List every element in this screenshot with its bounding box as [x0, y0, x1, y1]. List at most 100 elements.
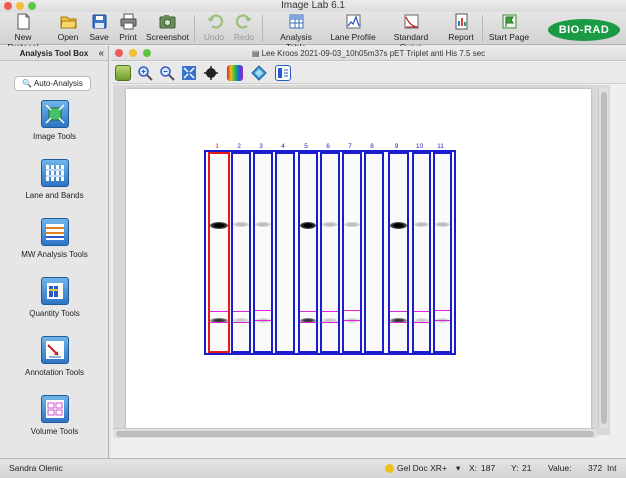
- print-icon: [120, 13, 136, 30]
- redo-button[interactable]: Redo: [232, 13, 256, 44]
- collapse-panel-icon[interactable]: «: [98, 46, 104, 61]
- start-page-button[interactable]: Start Page: [488, 13, 530, 44]
- band-marker[interactable]: [435, 310, 450, 311]
- volume-tools-button[interactable]: Volume Tools: [0, 395, 109, 436]
- minimize-window-button[interactable]: [16, 2, 24, 10]
- minimize-document-button[interactable]: [129, 49, 137, 57]
- protein-band: [233, 222, 249, 227]
- band-marker[interactable]: [390, 322, 407, 323]
- band-marker[interactable]: [344, 320, 360, 321]
- lane-number: 4: [281, 143, 285, 150]
- protein-band: [300, 222, 316, 229]
- zoom-window-button[interactable]: [28, 2, 36, 10]
- protein-band: [435, 222, 450, 227]
- zoom-out-icon[interactable]: [159, 65, 175, 81]
- undo-icon: [206, 14, 223, 29]
- band-marker[interactable]: [233, 311, 249, 312]
- protein-band: [322, 222, 338, 227]
- close-window-button[interactable]: [4, 2, 12, 10]
- user-name: Sandra Olenic: [9, 463, 63, 473]
- horizontal-scrollbar[interactable]: [113, 428, 597, 438]
- volume-tools-icon: [40, 395, 69, 423]
- instrument-name: Gel Doc XR+: [397, 463, 447, 473]
- window-titlebar: Image Lab 6.1: [0, 0, 626, 12]
- band-marker[interactable]: [210, 311, 228, 312]
- gel-image[interactable]: [204, 150, 456, 355]
- x-coordinate-label: X:: [469, 463, 478, 473]
- screenshot-button[interactable]: Screenshot: [146, 13, 189, 44]
- zoom-document-button[interactable]: [143, 49, 151, 57]
- band-marker[interactable]: [390, 311, 407, 312]
- protein-band: [255, 222, 271, 227]
- undo-button[interactable]: Undo: [202, 13, 226, 44]
- redo-label: Redo: [233, 32, 255, 42]
- new-protocol-button[interactable]: New Protocol: [0, 13, 46, 52]
- lane-number: 8: [370, 143, 374, 150]
- lane-number: 3: [259, 143, 263, 150]
- annotation-tools-icon: [40, 336, 69, 364]
- image-toolbar: [111, 62, 626, 84]
- quantity-tools-button[interactable]: Quantity Tools: [0, 277, 109, 318]
- lane-profile-icon: [346, 14, 360, 29]
- lane-8[interactable]: [364, 152, 384, 353]
- lane-number: 11: [437, 143, 444, 150]
- save-button[interactable]: Save: [86, 13, 112, 44]
- bio-rad-logo: BIO-RAD: [548, 19, 620, 41]
- band-marker[interactable]: [255, 320, 271, 321]
- band-marker[interactable]: [300, 311, 316, 312]
- lane-and-bands-button[interactable]: Lane and Bands: [0, 159, 109, 200]
- fit-to-window-icon[interactable]: [181, 65, 197, 81]
- band-marker[interactable]: [322, 322, 338, 323]
- band-marker[interactable]: [414, 322, 429, 323]
- new-protocol-icon: [17, 13, 29, 30]
- lane-number: 7: [348, 143, 352, 150]
- band-marker[interactable]: [344, 310, 360, 311]
- lane-profile-button[interactable]: Lane Profile: [330, 13, 376, 44]
- lane-4[interactable]: [275, 152, 295, 353]
- standard-curve-button[interactable]: Standard Curve: [384, 13, 438, 52]
- volume-tools-label: Volume Tools: [30, 427, 79, 436]
- print-button[interactable]: Print: [116, 13, 140, 44]
- document-file-icon: ▤: [251, 49, 262, 58]
- open-label: Open: [57, 32, 79, 42]
- lane-and-bands-icon: [40, 159, 69, 187]
- band-marker[interactable]: [233, 322, 249, 323]
- analysis-toolbox-panel: Analysis Tool Box « 🔍 Auto-Analysis Imag…: [0, 46, 109, 458]
- screenshot-label: Screenshot: [146, 32, 189, 42]
- band-marker[interactable]: [300, 322, 316, 323]
- band-marker[interactable]: [414, 311, 429, 312]
- image-tools-label: Image Tools: [33, 132, 76, 141]
- band-marker[interactable]: [255, 310, 271, 311]
- band-marker[interactable]: [435, 320, 450, 321]
- report-icon: [455, 13, 467, 30]
- toolbox-title: Analysis Tool Box: [19, 49, 89, 58]
- instrument-dropdown-icon[interactable]: ▾: [456, 459, 460, 477]
- auto-analysis-button[interactable]: 🔍 Auto-Analysis: [14, 76, 91, 91]
- image-tools-button[interactable]: Image Tools: [0, 100, 109, 141]
- pixel-value: 372: [588, 463, 603, 473]
- zoom-in-icon[interactable]: [137, 65, 153, 81]
- 3d-view-icon[interactable]: [251, 65, 267, 81]
- vertical-scroll-thumb[interactable]: [601, 92, 607, 424]
- protein-band: [344, 222, 360, 227]
- annotation-tools-button[interactable]: Annotation Tools: [0, 336, 109, 377]
- report-button[interactable]: Report: [446, 13, 476, 44]
- open-button[interactable]: Open: [54, 13, 82, 44]
- image-info-icon[interactable]: [275, 65, 291, 81]
- table-icon: [289, 14, 303, 29]
- pan-hand-icon[interactable]: [203, 65, 219, 81]
- lane-number: 5: [304, 143, 308, 150]
- color-palette-icon[interactable]: [227, 65, 243, 81]
- image-transform-icon[interactable]: [115, 65, 131, 81]
- mw-analysis-icon: [40, 218, 69, 246]
- band-marker[interactable]: [210, 322, 228, 323]
- mw-analysis-tools-button[interactable]: MW Analysis Tools: [0, 218, 109, 259]
- band-marker[interactable]: [322, 311, 338, 312]
- vertical-scrollbar[interactable]: [598, 88, 608, 428]
- close-document-button[interactable]: [115, 49, 123, 57]
- horizontal-scroll-thumb[interactable]: [116, 431, 594, 437]
- lane-number: 6: [326, 143, 330, 150]
- analysis-table-button[interactable]: Analysis Table: [270, 13, 322, 52]
- undo-label: Undo: [203, 32, 225, 42]
- main-toolbar: New Protocol Open Save Print Screenshot …: [0, 12, 626, 52]
